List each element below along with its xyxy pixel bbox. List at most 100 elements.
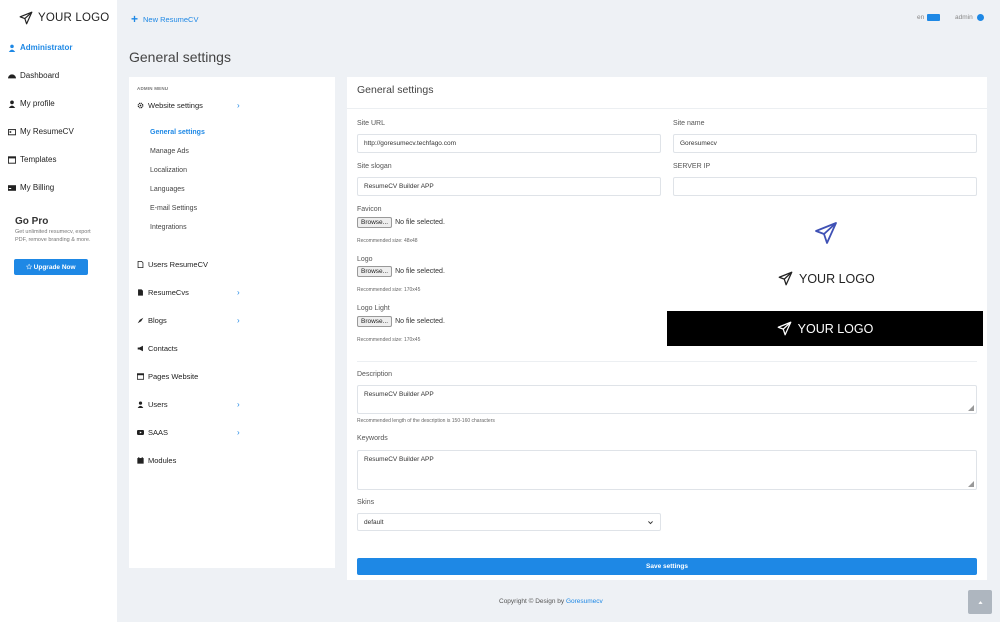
submenu-item-email-settings[interactable]: E-mail Settings — [150, 205, 197, 212]
site-name-label: Site name — [673, 120, 705, 127]
site-slogan-label: Site slogan — [357, 163, 392, 170]
logo-browse-button[interactable]: Browse... — [357, 266, 393, 277]
logo-label: Logo — [357, 256, 373, 263]
menu-item-users-resumecv[interactable]: Users ResumeCV — [137, 260, 327, 269]
menu-item-label: Modules — [148, 456, 177, 465]
resize-handle-icon[interactable] — [968, 405, 974, 411]
menu-item-saas[interactable]: SAAS › — [137, 428, 327, 437]
gopro-title: Go Pro — [15, 216, 49, 227]
chevron-right-icon: › — [237, 428, 240, 437]
brand-logo-text: YOUR LOGO — [38, 12, 110, 24]
upgrade-now-button[interactable]: ✩ Upgrade Now — [14, 259, 88, 275]
menu-item-resumecvs[interactable]: ResumeCvs › — [137, 288, 327, 297]
document-icon — [137, 289, 144, 296]
sidebar-item-my-resumecv[interactable]: My ResumeCV — [7, 127, 74, 136]
megaphone-icon — [137, 345, 144, 352]
logo-light-file-status: No file selected. — [395, 318, 445, 325]
keywords-value: ResumeCV Builder APP — [364, 456, 434, 463]
skins-label: Skins — [357, 499, 375, 506]
logo-file-status: No file selected. — [395, 268, 445, 275]
server-ip-input[interactable] — [673, 177, 977, 196]
footer-copyright: Copyright © Design by Goresumecv — [499, 598, 603, 605]
scroll-to-top-button[interactable] — [968, 590, 992, 614]
user-icon — [137, 401, 144, 408]
skins-select[interactable]: default — [357, 513, 661, 531]
logo-light-preview: YOUR LOGO — [667, 311, 983, 346]
favicon-file-input[interactable]: Browse... No file selected. — [357, 217, 445, 228]
favicon-label: Favicon — [357, 206, 382, 213]
admin-menu-heading: ADMIN MENU — [137, 86, 169, 91]
description-hint: Recommended length of the description is… — [357, 418, 495, 424]
logo-light-label: Logo Light — [357, 305, 390, 312]
sidebar-item-label: Dashboard — [20, 71, 60, 80]
window-icon — [7, 155, 17, 164]
new-resumecv-label: New ResumeCV — [143, 14, 199, 24]
submenu-item-languages[interactable]: Languages — [150, 186, 185, 193]
credit-card-icon — [8, 184, 16, 192]
site-slogan-input[interactable]: ResumeCV Builder APP — [357, 177, 661, 196]
user-shield-icon — [8, 44, 16, 52]
site-name-input[interactable]: Goresumecv — [673, 134, 977, 153]
logo-light-file-input[interactable]: Browse... No file selected. — [357, 316, 445, 327]
favicon-hint: Recommended size: 48x48 — [357, 238, 418, 244]
submenu-item-manage-ads[interactable]: Manage Ads — [150, 148, 189, 155]
menu-item-website-settings[interactable]: Website settings › — [137, 101, 327, 110]
caret-up-icon — [977, 600, 983, 604]
footer-link[interactable]: Goresumecv — [566, 598, 603, 605]
language-label: en — [917, 14, 925, 21]
resize-handle-icon[interactable] — [968, 481, 974, 487]
server-ip-label: SERVER IP — [673, 163, 711, 170]
menu-item-modules[interactable]: Modules — [137, 456, 327, 465]
favicon-browse-button[interactable]: Browse... — [357, 217, 393, 228]
paper-plane-icon — [19, 11, 33, 25]
logo-light-hint: Recommended size: 170x45 — [357, 337, 421, 343]
plus-icon: + — [131, 12, 139, 26]
menu-item-contacts[interactable]: Contacts — [137, 344, 327, 353]
video-icon — [137, 429, 144, 436]
menu-item-pages-website[interactable]: Pages Website — [136, 372, 327, 381]
menu-item-label: Users ResumeCV — [148, 260, 209, 269]
keywords-textarea[interactable]: ResumeCV Builder APP — [357, 450, 977, 490]
sidebar-item-templates[interactable]: Templates — [7, 155, 57, 164]
menu-item-users[interactable]: Users › — [137, 400, 327, 409]
sidebar-item-dashboard[interactable]: Dashboard — [8, 71, 59, 80]
calendar-icon — [137, 457, 144, 464]
menu-item-label: Pages Website — [148, 372, 199, 381]
menu-item-blogs[interactable]: Blogs › — [137, 316, 327, 325]
file-icon — [137, 260, 144, 269]
paper-plane-icon — [778, 271, 793, 286]
user-icon — [8, 100, 16, 108]
favicon-preview-icon — [815, 222, 837, 244]
keywords-label: Keywords — [357, 435, 388, 442]
menu-item-label: ResumeCvs — [148, 288, 189, 297]
sidebar-item-administrator[interactable]: Administrator — [8, 43, 72, 52]
submenu-item-localization[interactable]: Localization — [150, 167, 187, 174]
sidebar-item-my-billing[interactable]: My Billing — [8, 183, 54, 192]
description-textarea[interactable]: ResumeCV Builder APP — [357, 385, 977, 414]
avatar-icon — [976, 14, 984, 21]
chevron-right-icon: › — [237, 316, 240, 325]
sidebar-item-label: My profile — [20, 99, 55, 108]
new-resumecv-link[interactable]: + New ResumeCV — [131, 13, 198, 25]
brand-logo[interactable]: YOUR LOGO — [19, 11, 109, 25]
browser-icon — [136, 373, 145, 380]
save-settings-button[interactable]: Save settings — [357, 558, 977, 575]
divider — [357, 361, 977, 362]
logo-light-preview-text: YOUR LOGO — [797, 321, 874, 336]
submenu-item-integrations[interactable]: Integrations — [150, 224, 187, 231]
language-switcher[interactable]: en — [917, 14, 941, 21]
user-menu[interactable]: admin — [955, 14, 984, 21]
flag-icon — [927, 14, 941, 21]
description-value: ResumeCV Builder APP — [364, 391, 434, 398]
logo-light-browse-button[interactable]: Browse... — [357, 316, 393, 327]
sidebar-item-label: Administrator — [20, 43, 73, 52]
submenu-item-general-settings[interactable]: General settings — [150, 129, 205, 136]
chevron-right-icon: › — [237, 400, 240, 409]
menu-item-label: Blogs — [148, 316, 167, 325]
sidebar-item-my-profile[interactable]: My profile — [8, 99, 55, 108]
general-settings-panel: General settings Site URL http://goresum… — [347, 77, 987, 580]
site-url-input[interactable]: http://goresumecv.techfago.com — [357, 134, 661, 153]
sidebar-item-label: Templates — [20, 155, 57, 164]
logo-preview-text: YOUR LOGO — [799, 271, 875, 286]
logo-file-input[interactable]: Browse... No file selected. — [357, 266, 445, 277]
